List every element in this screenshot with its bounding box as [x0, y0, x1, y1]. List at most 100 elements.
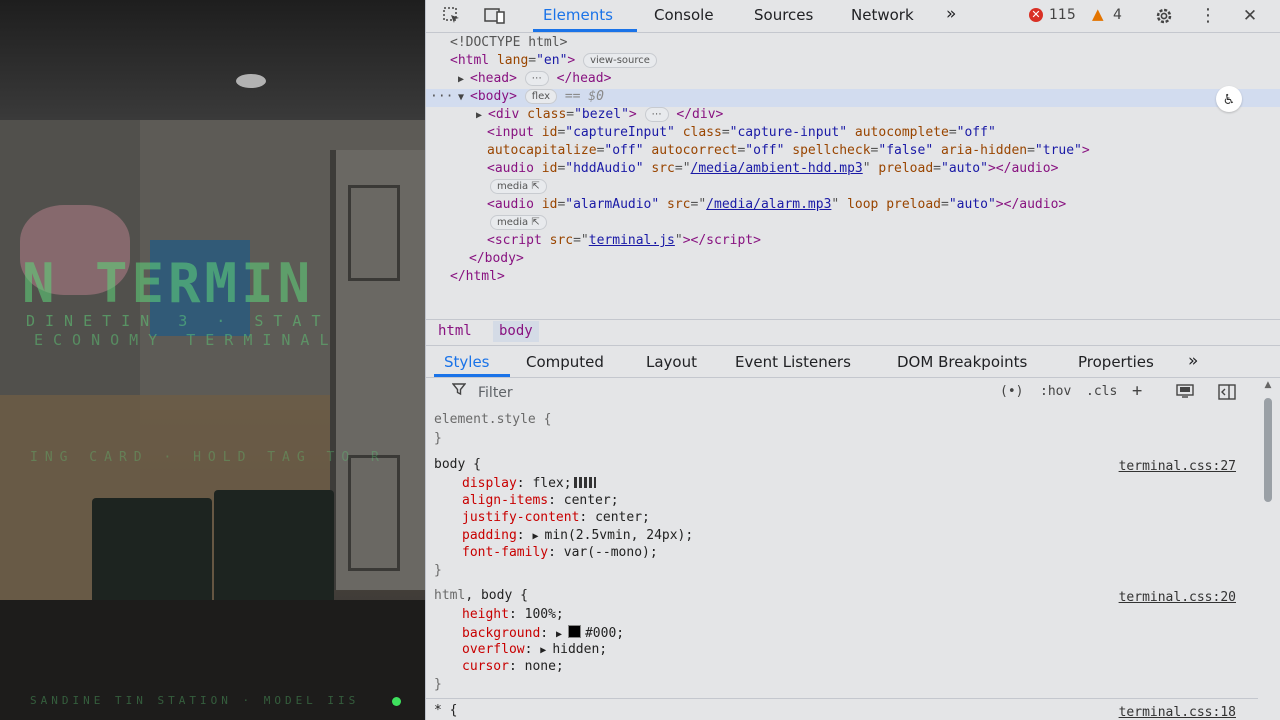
dom-node-body-close[interactable]: </body> [426, 251, 1280, 269]
error-count[interactable]: 115 [1049, 7, 1076, 23]
gear-icon[interactable] [1154, 6, 1174, 26]
tab-event-listeners[interactable]: Event Listeners [735, 353, 851, 371]
breadcrumb-body[interactable]: body [493, 321, 539, 342]
collapsed-ellipsis[interactable]: ⋯ [524, 71, 549, 86]
css-declaration[interactable]: justify-content: center; [462, 510, 1280, 527]
inspect-icon[interactable] [442, 6, 462, 26]
divider [426, 698, 1258, 699]
css-declaration[interactable]: font-family: var(--mono); [462, 545, 1280, 562]
tab-network[interactable]: Network [851, 6, 914, 24]
expand-triangle-icon: ▶ [540, 645, 553, 656]
source-link[interactable]: terminal.css:27 [1119, 459, 1236, 474]
styles-tabbar: Styles Computed Layout Event Listeners D… [426, 346, 1280, 376]
expand-triangle-icon[interactable]: ▶ [458, 74, 470, 85]
expand-triangle-icon: ▶ [532, 531, 545, 542]
flex-badge[interactable]: flex [524, 89, 557, 104]
dom-node-audio-alarm[interactable]: <audio id="alarmAudio" src="/media/alarm… [426, 197, 1280, 215]
css-declaration[interactable]: overflow: ▶ hidden; [462, 642, 1280, 659]
color-swatch[interactable] [567, 625, 581, 638]
collapse-triangle-icon[interactable]: ▼ [458, 92, 470, 103]
css-declaration[interactable]: height: 100%; [462, 607, 1280, 624]
css-declaration[interactable]: cursor: none; [462, 659, 1280, 676]
devtools-panel: Elements Console Sources Network » ✕ 115… [426, 0, 1280, 720]
tab-computed[interactable]: Computed [526, 353, 604, 371]
breadcrumb-html[interactable]: html [432, 323, 478, 339]
scrollbar-thumb[interactable] [1264, 398, 1272, 502]
dom-node-html-close[interactable]: </html> [426, 269, 1280, 287]
dom-node-input-cont[interactable]: autocapitalize="off" autocorrect="off" s… [426, 143, 1280, 161]
breadcrumb: html body [426, 320, 1280, 344]
tab-dom-breakpoints[interactable]: DOM Breakpoints [897, 353, 1027, 371]
css-declaration[interactable]: display: flex; [462, 476, 1280, 493]
terminal-title: N TERMIN [22, 252, 315, 315]
css-declaration[interactable]: background: ▶ #000; [462, 625, 1280, 642]
dom-node-input[interactable]: <input id="captureInput" class="capture-… [426, 125, 1280, 143]
tab-properties[interactable]: Properties [1078, 353, 1154, 371]
filter-icon [451, 382, 467, 400]
collapsed-ellipsis[interactable]: ⋯ [644, 107, 669, 122]
css-declaration[interactable]: padding: ▶ min(2.5vmin, 24px); [462, 528, 1280, 545]
computed-styles-icon[interactable] [1176, 384, 1194, 404]
hover-state-toggle[interactable]: :hov [1040, 384, 1071, 399]
warning-icon[interactable]: ▲ [1092, 5, 1104, 23]
more-style-tabs-button[interactable]: » [1188, 351, 1198, 371]
script-src-link[interactable]: terminal.js [589, 233, 675, 248]
dom-tree: <!DOCTYPE html> <html lang="en"> view-so… [426, 34, 1280, 318]
media-badge[interactable]: media ⇱ [490, 179, 547, 194]
tab-styles[interactable]: Styles [444, 353, 490, 371]
divider [426, 32, 1280, 33]
console-ref: == $0 [564, 89, 604, 104]
device-toolbar-icon[interactable] [484, 6, 505, 26]
ceiling [0, 0, 426, 120]
toggle-sidebar-icon[interactable] [1218, 384, 1236, 404]
dom-node-head[interactable]: ▶ <head> ⋯ </head> [426, 71, 1280, 89]
page-viewport[interactable]: N TERMIN DINETIN 3 · STAT ECONOMY TERMIN… [0, 0, 426, 720]
filter-input[interactable]: Filter [478, 385, 513, 401]
dom-node-html[interactable]: <html lang="en"> view-source [426, 53, 1280, 71]
element-style-rule[interactable]: element.style { [434, 412, 1254, 429]
more-tabs-button[interactable]: » [946, 4, 956, 24]
status-led-icon [392, 697, 401, 706]
expand-triangle-icon[interactable]: ▶ [476, 110, 488, 121]
trash-bin [214, 490, 334, 618]
tab-sources[interactable]: Sources [754, 6, 813, 24]
css-declaration[interactable]: align-items: center; [462, 493, 1280, 510]
tab-layout[interactable]: Layout [646, 353, 697, 371]
rule-close: } [434, 677, 442, 692]
row-actions[interactable]: ··· [430, 89, 453, 104]
dom-node-doctype[interactable]: <!DOCTYPE html> [426, 35, 1280, 53]
source-link[interactable]: terminal.css:18 [1119, 705, 1236, 720]
rendering-emulation-icon[interactable]: (•) [1000, 384, 1023, 399]
terminal-footer: SANDINE TIN STATION · MODEL IIS [30, 694, 360, 707]
flexbox-editor-icon[interactable] [573, 477, 596, 488]
devtools-toolbar: Elements Console Sources Network » ✕ 115… [426, 0, 1280, 32]
class-toggle[interactable]: .cls [1086, 384, 1117, 399]
terminal-subtitle-2: ECONOMY TERMINAL [34, 331, 339, 349]
door-panel-bottom [348, 455, 400, 571]
rule-close: } [434, 563, 442, 578]
styles-filter-bar: Filter (•) :hov .cls + [426, 378, 1258, 406]
ceiling-light [236, 74, 266, 88]
close-icon[interactable]: ✕ [1240, 6, 1260, 26]
dom-node-audio-hdd[interactable]: <audio id="hddAudio" src="/media/ambient… [426, 161, 1280, 179]
audio-src-link[interactable]: /media/alarm.mp3 [706, 197, 831, 212]
source-link[interactable]: terminal.css:20 [1119, 590, 1236, 605]
warning-count[interactable]: 4 [1113, 7, 1122, 23]
accessibility-icon[interactable]: ♿ [1216, 86, 1242, 112]
media-badge[interactable]: media ⇱ [490, 215, 547, 230]
dom-node-body-selected[interactable]: ··· ▼ <body> flex == $0 [426, 89, 1280, 107]
dom-node-script[interactable]: <script src="terminal.js"></script> [426, 233, 1280, 251]
rule-close: } [434, 431, 442, 446]
expand-triangle-icon: ▶ [555, 629, 568, 640]
error-icon[interactable]: ✕ [1029, 8, 1043, 22]
audio-src-link[interactable]: /media/ambient-hdd.mp3 [691, 161, 863, 176]
kebab-icon[interactable]: ⋮ [1198, 6, 1218, 26]
tab-elements[interactable]: Elements [543, 6, 613, 24]
terminal-hint: ING CARD · HOLD TAG TO R [30, 450, 386, 465]
view-source-chip[interactable]: view-source [583, 53, 657, 68]
dom-node-div-bezel[interactable]: ▶ <div class="bezel"> ⋯ </div> [426, 107, 1280, 125]
terminal-subtitle: DINETIN 3 · STAT [26, 312, 331, 330]
new-style-rule-icon[interactable]: + [1132, 381, 1142, 401]
dom-node-media-chip-row: media ⇱ [426, 179, 1280, 197]
tab-console[interactable]: Console [654, 6, 714, 24]
